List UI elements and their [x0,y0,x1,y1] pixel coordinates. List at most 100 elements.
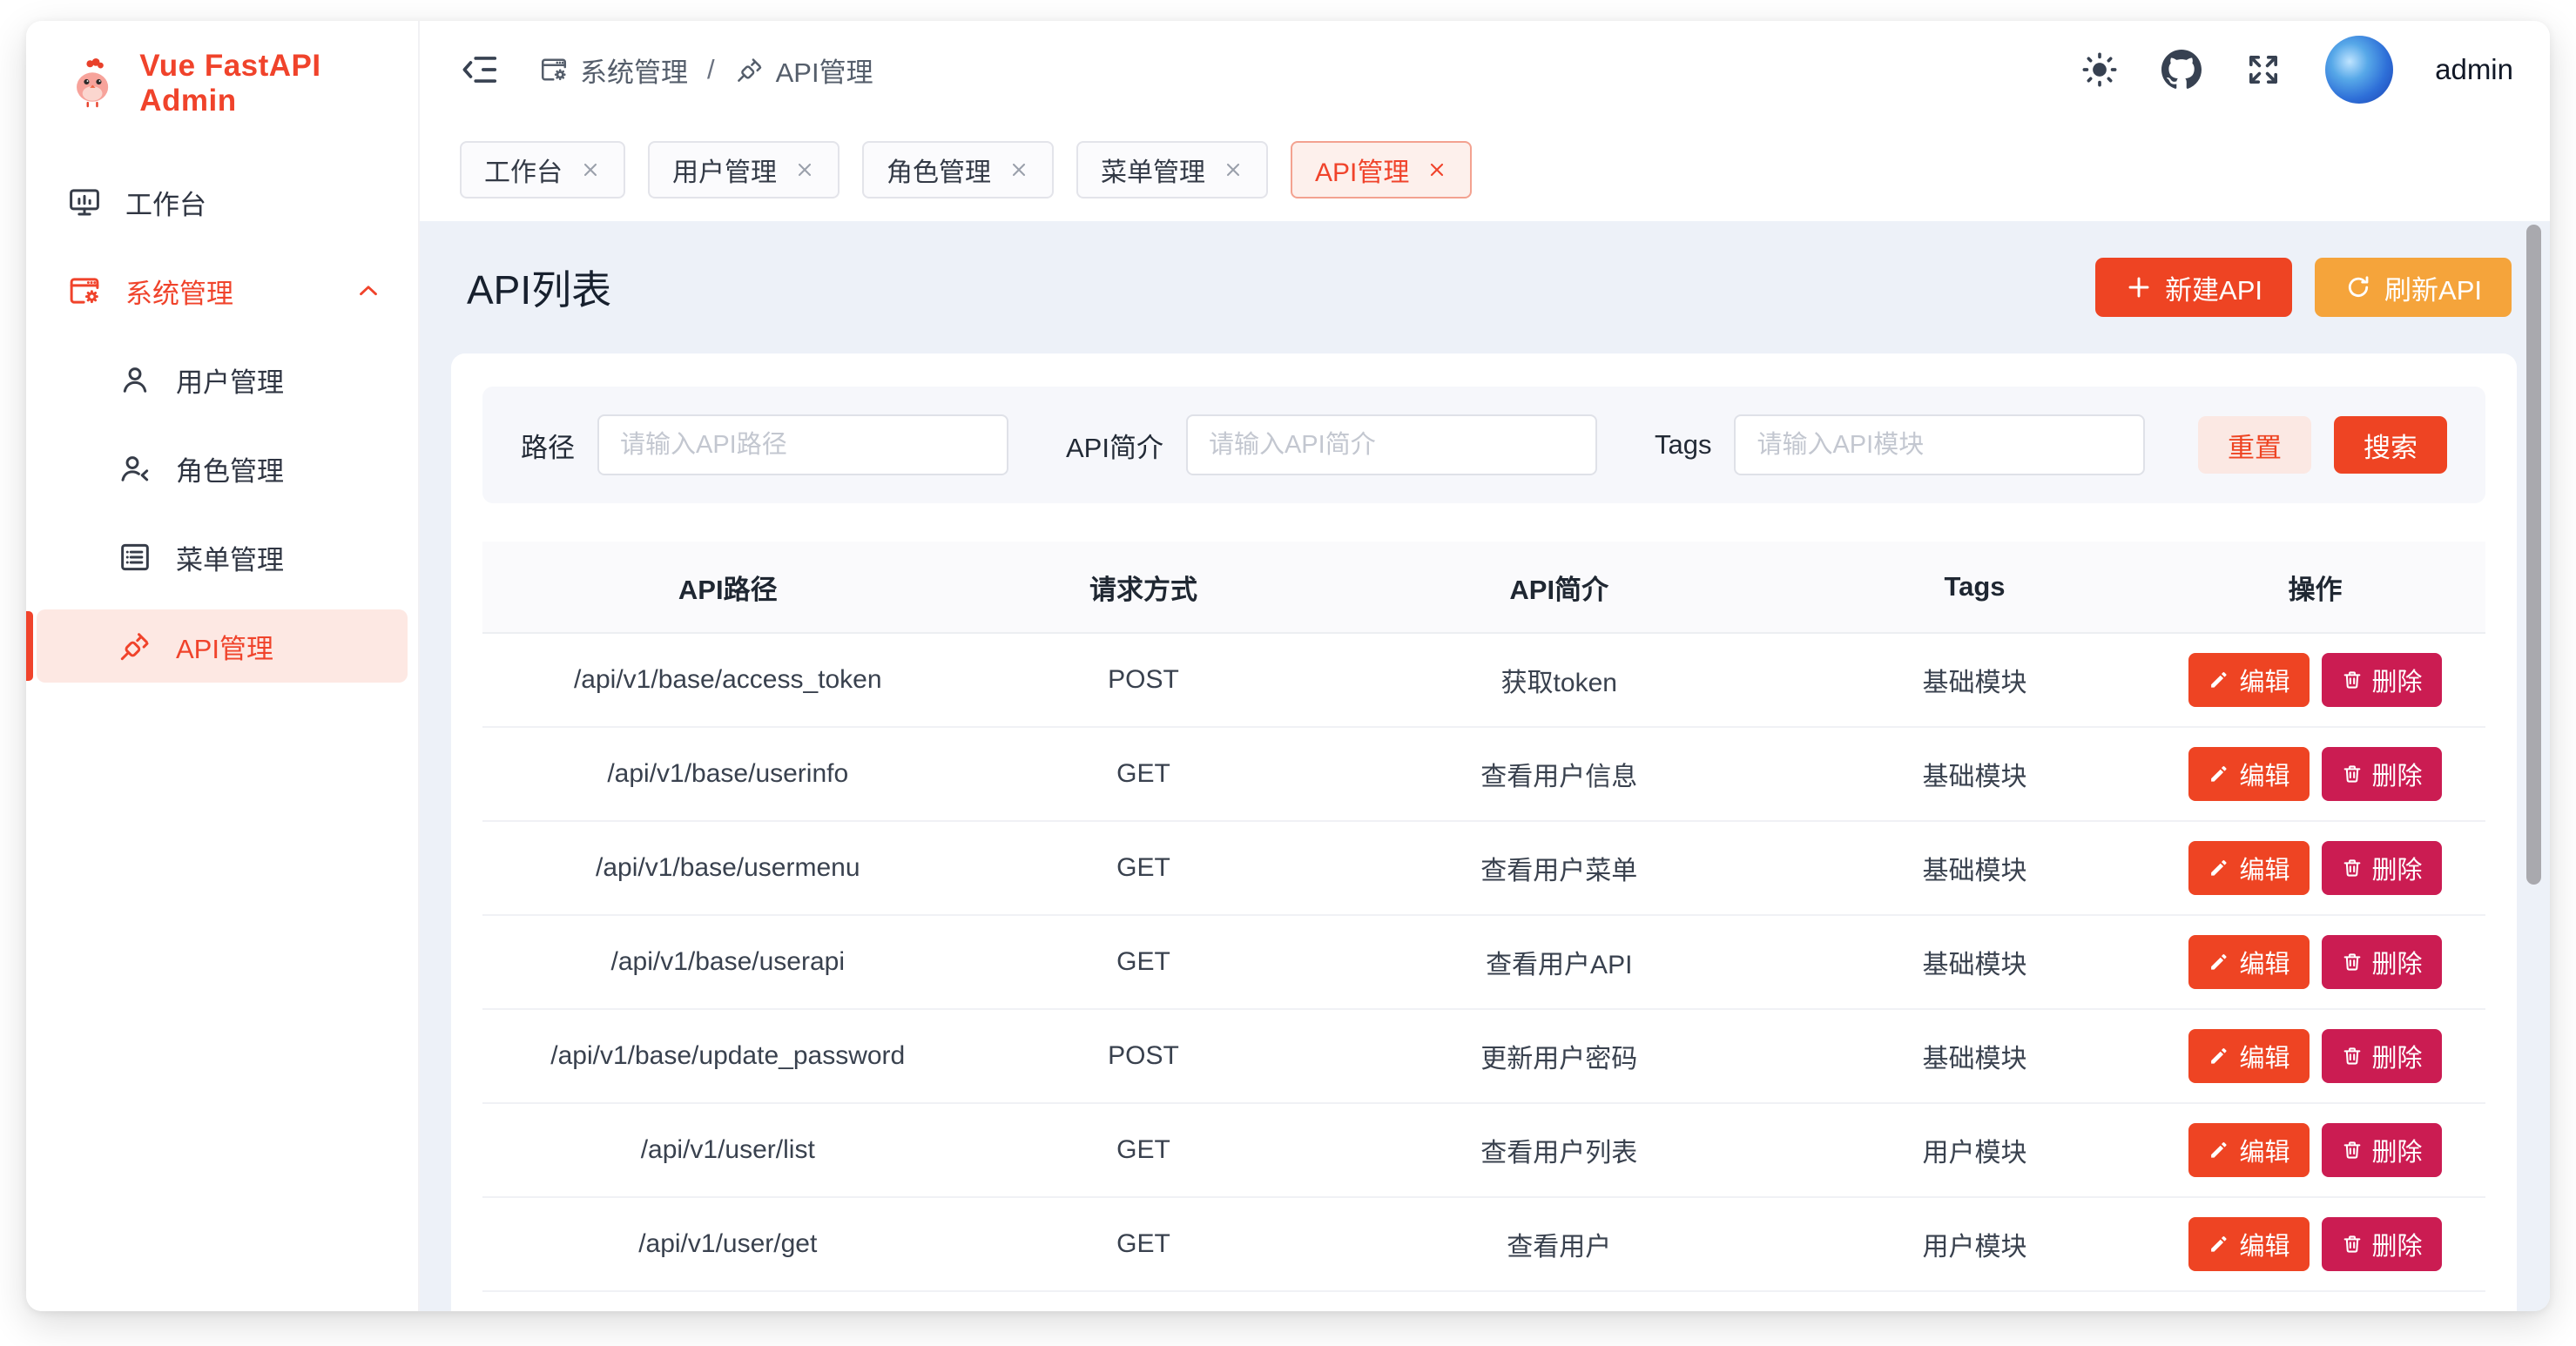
api-list-card: 路径 API简介 Tags 重置 搜索 API路径 请求方式 API简 [451,353,2517,1311]
search-button[interactable]: 搜索 [2334,416,2447,474]
system-settings-icon [66,273,103,309]
path-input[interactable] [597,414,1008,475]
github-icon[interactable] [2161,50,2202,90]
api-plug-icon [117,628,153,664]
filter-actions: 重置 搜索 [2198,416,2447,474]
col-path: API路径 [482,568,974,607]
fullscreen-icon[interactable] [2243,50,2283,90]
username[interactable]: admin [2435,53,2513,86]
sidebar-item-users[interactable]: 用户管理 [37,343,408,416]
api-summary: 获取token [1314,661,1805,699]
app-logo[interactable]: Vue FastAPI Admin [26,52,418,115]
tab-label: 角色管理 [887,151,991,189]
delete-label: 删除 [2372,1038,2423,1074]
avatar[interactable] [2325,36,2393,104]
col-method: 请求方式 [974,568,1314,607]
edit-button[interactable]: 编辑 [2188,1217,2309,1271]
page-header: API列表 新建API 刷新API [451,221,2517,353]
close-icon[interactable] [1223,159,1244,180]
delete-button[interactable]: 删除 [2322,935,2442,989]
api-path: /api/v1/base/access_token [482,665,974,695]
api-method: GET [974,853,1314,883]
sidebar-item-label: 用户管理 [176,360,284,400]
delete-button[interactable]: 删除 [2322,1123,2442,1177]
tags-input[interactable] [1734,414,2145,475]
api-path: /api/v1/base/userapi [482,947,974,977]
tab-roles[interactable]: 角色管理 [862,141,1054,199]
edit-label: 编辑 [2239,1038,2289,1074]
trash-icon [2341,1233,2364,1255]
api-tags: 基础模块 [1804,755,2145,793]
breadcrumb-api[interactable]: API管理 [734,50,873,90]
api-summary: 查看用户 [1314,1225,1805,1263]
tab-api[interactable]: API管理 [1291,141,1472,199]
reset-button[interactable]: 重置 [2198,416,2311,474]
edit-button[interactable]: 编辑 [2188,653,2309,707]
edit-button[interactable]: 编辑 [2188,841,2309,895]
delete-button[interactable]: 删除 [2322,1029,2442,1083]
tab-label: API管理 [1315,151,1409,189]
summary-input[interactable] [1186,414,1597,475]
app-title: Vue FastAPI Admin [139,49,418,118]
breadcrumb: 系统管理 / API管理 [538,50,873,90]
filter-bar: 路径 API简介 Tags 重置 搜索 [482,387,2485,503]
pencil-icon [2208,857,2230,879]
monitor-icon [66,184,103,220]
breadcrumb-system[interactable]: 系统管理 [538,50,688,90]
delete-label: 删除 [2372,1226,2423,1262]
api-path: /api/v1/base/userinfo [482,759,974,789]
tab-label: 菜单管理 [1101,151,1205,189]
edit-button[interactable]: 编辑 [2188,747,2309,801]
sidebar-item-workbench[interactable]: 工作台 [37,165,408,239]
chick-logo-icon [64,55,120,112]
edit-button[interactable]: 编辑 [2188,935,2309,989]
delete-button[interactable]: 删除 [2322,1217,2442,1271]
tab-workbench[interactable]: 工作台 [460,141,625,199]
collapse-sidebar-icon[interactable] [460,50,500,90]
theme-sun-icon[interactable] [2080,50,2120,90]
trash-icon [2341,1045,2364,1067]
api-tags: 基础模块 [1804,1037,2145,1075]
col-actions: 操作 [2145,568,2485,607]
refresh-api-button[interactable]: 刷新API [2315,258,2512,317]
close-icon[interactable] [580,159,601,180]
trash-icon [2341,763,2364,785]
delete-button[interactable]: 删除 [2322,653,2442,707]
breadcrumb-label: API管理 [776,50,873,90]
system-settings-icon [538,54,570,85]
create-api-button[interactable]: 新建API [2095,258,2292,317]
table-header-row: API路径 请求方式 API简介 Tags 操作 [482,542,2485,634]
tab-users[interactable]: 用户管理 [648,141,840,199]
delete-label: 删除 [2372,662,2423,698]
pencil-icon [2208,1045,2230,1067]
sidebar-item-system[interactable]: 系统管理 [37,254,408,327]
edit-label: 编辑 [2239,1226,2289,1262]
sidebar-item-menus[interactable]: 菜单管理 [37,521,408,594]
api-method: POST [974,665,1314,695]
role-icon [117,450,153,487]
tab-bar: 工作台 用户管理 角色管理 菜单管理 API管理 [420,118,2550,221]
delete-button[interactable]: 删除 [2322,747,2442,801]
trash-icon [2341,857,2364,879]
edit-label: 编辑 [2239,1132,2289,1168]
close-icon[interactable] [1008,159,1029,180]
user-icon [117,361,153,398]
close-icon[interactable] [794,159,815,180]
create-api-label: 新建API [2165,268,2262,307]
api-method: POST [974,1041,1314,1071]
sidebar-item-roles[interactable]: 角色管理 [37,432,408,505]
content-area: API列表 新建API 刷新API 路径 API简介 [420,221,2550,1311]
table-row: /api/v1/base/update_password POST 更新用户密码… [482,1010,2485,1104]
close-icon[interactable] [1426,159,1447,180]
trash-icon [2341,951,2364,973]
sidebar-item-api[interactable]: API管理 [37,609,408,683]
delete-label: 删除 [2372,944,2423,980]
edit-button[interactable]: 编辑 [2188,1123,2309,1177]
tab-menus[interactable]: 菜单管理 [1076,141,1268,199]
table-row: /api/v1/base/usermenu GET 查看用户菜单 基础模块 编辑… [482,822,2485,916]
delete-button[interactable]: 删除 [2322,841,2442,895]
sidebar-nav: 工作台 系统管理 用户管理 角色管理 菜单管理 API管理 [26,165,418,683]
vertical-scrollbar-thumb[interactable] [2526,225,2541,885]
edit-button[interactable]: 编辑 [2188,1029,2309,1083]
breadcrumb-separator: / [707,54,715,85]
